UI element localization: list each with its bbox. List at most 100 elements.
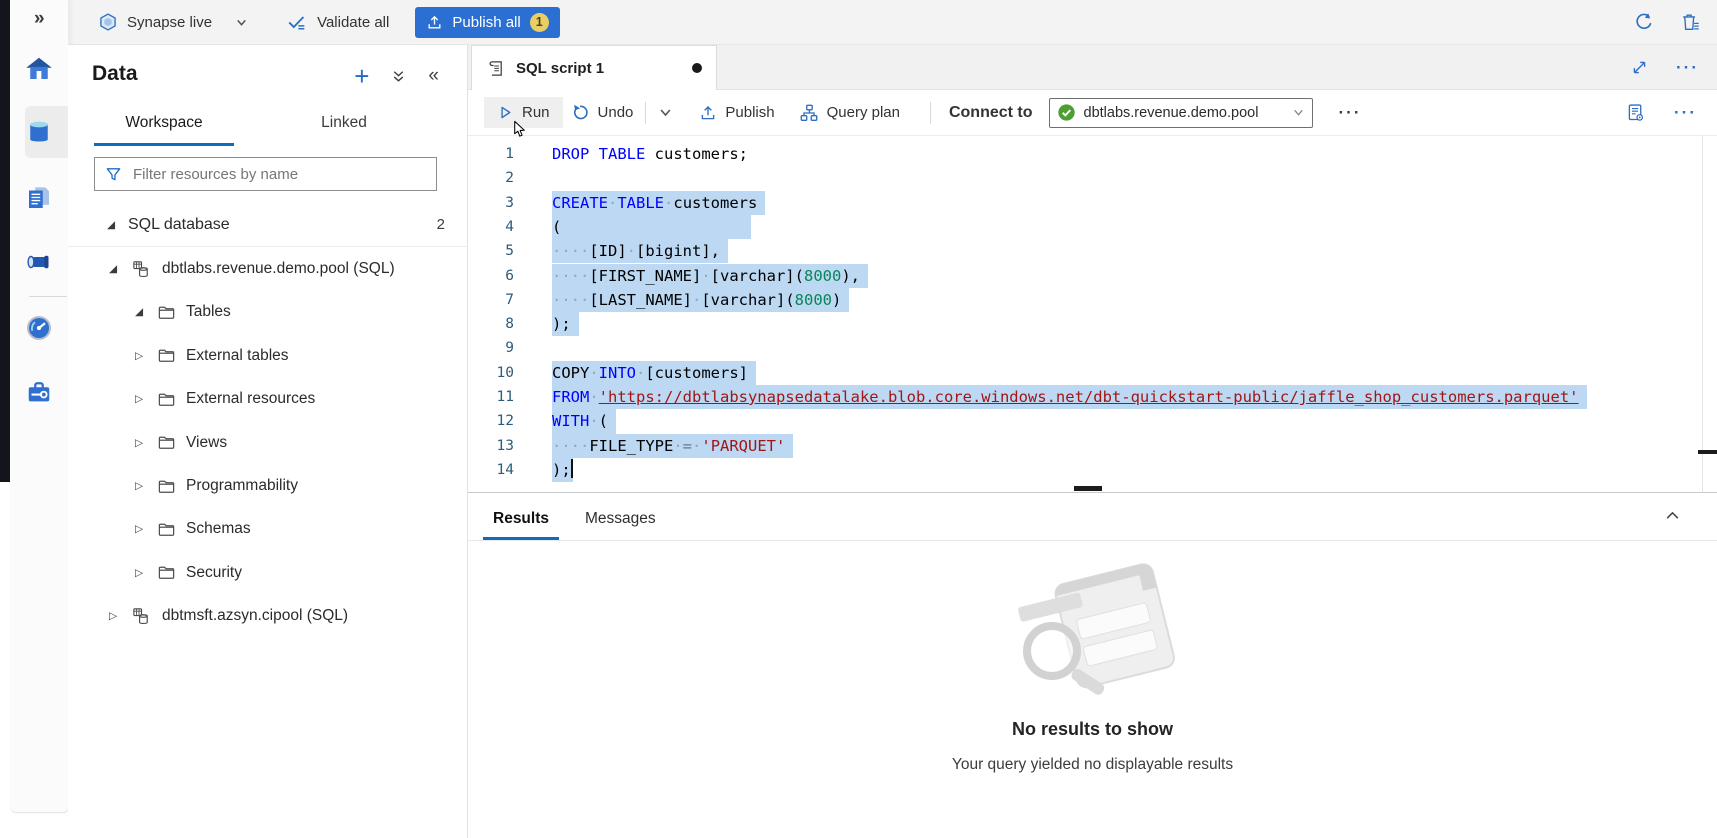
- caret-collapsed-icon[interactable]: ▷: [132, 567, 146, 579]
- tree-item-external-tables[interactable]: ▷External tables: [68, 334, 467, 377]
- nav-item-monitor[interactable]: [24, 313, 54, 343]
- empty-state-subtitle: Your query yielded no displayable result…: [468, 756, 1717, 774]
- code-line-2[interactable]: 2: [468, 166, 1717, 190]
- tree-item-external-resources[interactable]: ▷ External resources: [68, 378, 467, 421]
- tree-item-tables[interactable]: ◢ Tables: [68, 291, 467, 334]
- publish-button[interactable]: Publish: [699, 104, 774, 122]
- tree-item-label: Tables: [186, 303, 231, 321]
- green-check-icon: [1057, 103, 1076, 122]
- double-chevron-right-icon[interactable]: »: [34, 8, 43, 30]
- code-line-9[interactable]: 9: [468, 336, 1717, 360]
- more-ellipsis-icon[interactable]: ···: [1674, 108, 1697, 118]
- tree-item-schemas[interactable]: ▷Schemas: [68, 508, 467, 551]
- code-line-13[interactable]: 13····FILE_TYPE·=·'PARQUET': [468, 434, 1717, 458]
- resource-filter: [94, 157, 437, 191]
- refresh-icon[interactable]: [1633, 11, 1655, 33]
- line-number: 1: [468, 142, 514, 166]
- tree-item-security[interactable]: ▷Security: [68, 551, 467, 594]
- nav-item-integrate[interactable]: [24, 247, 54, 277]
- validate-all-button[interactable]: Validate all: [286, 11, 389, 33]
- discard-trash-icon[interactable]: [1679, 11, 1701, 33]
- code-line-3[interactable]: 3CREATE·TABLE·customers: [468, 191, 1717, 215]
- results-splitter-handle[interactable]: [1074, 486, 1102, 491]
- collapse-left-icon[interactable]: «: [428, 65, 439, 87]
- caret-expanded-icon[interactable]: ◢: [132, 306, 146, 318]
- code-line-11[interactable]: 11FROM·'https://dbtlabsynapsedatalake.bl…: [468, 385, 1717, 409]
- folder-icon: [157, 477, 176, 496]
- chevron-up-icon[interactable]: [1664, 507, 1681, 524]
- code-line-8[interactable]: 8);: [468, 312, 1717, 336]
- run-options-chevron-icon[interactable]: [658, 105, 673, 120]
- tab-messages[interactable]: Messages: [575, 510, 666, 540]
- properties-icon[interactable]: [1625, 102, 1646, 123]
- tab-linked[interactable]: Linked: [274, 105, 414, 146]
- connect-to-label: Connect to: [949, 104, 1033, 122]
- code-line-10[interactable]: 10COPY·INTO·[customers]: [468, 361, 1717, 385]
- nav-item-develop[interactable]: [24, 183, 54, 213]
- line-number: 8: [468, 312, 514, 336]
- tab-results[interactable]: Results: [483, 510, 559, 540]
- mouse-cursor: [512, 120, 526, 139]
- upload-icon: [426, 14, 443, 31]
- query-plan-button[interactable]: Query plan: [799, 103, 900, 123]
- code-line-7[interactable]: 7····[LAST_NAME]·[varchar](8000): [468, 288, 1717, 312]
- editor-scrollbar-track[interactable]: [1702, 136, 1703, 492]
- tree-item-label: External resources: [186, 390, 315, 408]
- publish-all-button[interactable]: Publish all 1: [415, 7, 559, 38]
- develop-document-icon: [24, 183, 54, 213]
- tab-workspace[interactable]: Workspace: [94, 105, 234, 146]
- line-number: 13: [468, 434, 514, 458]
- expand-icon[interactable]: [1631, 59, 1648, 76]
- tree-section-sql-database[interactable]: ◢SQL database2: [68, 203, 467, 247]
- tree-item-dbtlabs-revenue-demo-pool-sql[interactable]: ◢dbtlabs.revenue.demo.pool (SQL): [68, 247, 467, 290]
- synapse-studio-window: Synapse live Validate all Publish all: [0, 0, 1717, 838]
- connection-dropdown[interactable]: dbtlabs.revenue.demo.pool: [1049, 98, 1313, 128]
- more-ellipsis-icon[interactable]: ···: [1676, 63, 1699, 73]
- caret-expanded-icon[interactable]: ◢: [106, 263, 120, 275]
- nav-item-data[interactable]: [24, 117, 54, 147]
- undo-button[interactable]: Undo: [571, 103, 634, 122]
- nav-item-home[interactable]: [24, 54, 54, 84]
- add-plus-icon[interactable]: +: [354, 66, 369, 86]
- synapse-hexagon-icon: [98, 12, 118, 32]
- caret-collapsed-icon[interactable]: ▷: [132, 480, 146, 492]
- data-database-icon: [24, 117, 54, 147]
- panel-title: Data: [92, 62, 138, 86]
- nav-item-manage[interactable]: [24, 377, 54, 407]
- double-chevron-down-icon[interactable]: [391, 69, 406, 84]
- publish-all-label: Publish all: [452, 14, 520, 31]
- filter-input[interactable]: [131, 165, 426, 184]
- code-line-14[interactable]: 14);: [468, 458, 1717, 482]
- caret-collapsed-icon[interactable]: ▷: [106, 610, 120, 622]
- publish-count-badge: 1: [530, 13, 549, 32]
- caret-collapsed-icon[interactable]: ▷: [132, 393, 146, 405]
- tree-item-views[interactable]: ▷Views: [68, 421, 467, 464]
- caret-collapsed-icon[interactable]: ▷: [132, 350, 146, 362]
- code-line-4[interactable]: 4(: [468, 215, 1717, 239]
- line-number: 6: [468, 264, 514, 288]
- chevron-down-icon[interactable]: [235, 16, 248, 29]
- mode-selector[interactable]: Synapse live: [98, 12, 248, 32]
- folder-icon: [157, 563, 176, 582]
- home-icon: [24, 54, 54, 84]
- tree-item-dbtmsft-azsyn-cipool-sql[interactable]: ▷dbtmsft.azsyn.cipool (SQL): [68, 595, 467, 638]
- monitor-gauge-icon: [24, 313, 54, 343]
- editor-tab-sql-script-1[interactable]: SQL script 1: [471, 45, 717, 90]
- tree-item-programmability[interactable]: ▷Programmability: [68, 464, 467, 507]
- caret-collapsed-icon[interactable]: ▷: [132, 523, 146, 535]
- more-ellipsis-icon[interactable]: ···: [1339, 108, 1362, 118]
- top-command-bar: Synapse live Validate all Publish all: [68, 0, 1717, 45]
- connection-value: dbtlabs.revenue.demo.pool: [1084, 105, 1284, 121]
- code-line-1[interactable]: 1DROP TABLE customers;: [468, 142, 1717, 166]
- code-line-12[interactable]: 12WITH·(: [468, 409, 1717, 433]
- editor-tab-label: SQL script 1: [516, 60, 604, 77]
- folder-icon: [157, 390, 176, 409]
- line-number: 7: [468, 288, 514, 312]
- caret-collapsed-icon[interactable]: ▷: [132, 437, 146, 449]
- code-line-6[interactable]: 6····[FIRST_NAME]·[varchar](8000),: [468, 264, 1717, 288]
- text-cursor: [571, 459, 573, 478]
- toolbar-divider: [645, 102, 646, 124]
- code-line-5[interactable]: 5····[ID]·[bigint],: [468, 239, 1717, 263]
- sql-code-editor[interactable]: 1DROP TABLE customers;23CREATE·TABLE·cus…: [468, 136, 1717, 492]
- caret-expanded-icon[interactable]: ◢: [104, 219, 118, 231]
